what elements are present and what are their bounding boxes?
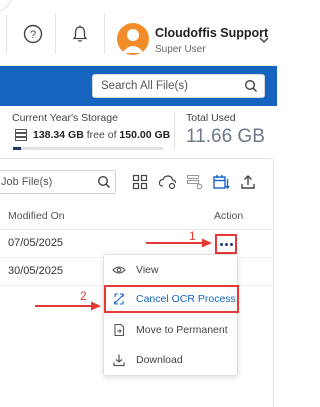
cloud-settings-icon[interactable] xyxy=(158,172,178,192)
menu-item-label: Cancel OCR Process xyxy=(136,293,236,305)
modified-on-cell: 07/05/2025 xyxy=(8,237,64,249)
help-icon[interactable]: ? xyxy=(21,22,45,46)
menu-item-view[interactable]: View xyxy=(104,256,239,284)
table-header: Modified On Action xyxy=(0,204,273,230)
storage-usage-text: 138.34 GB free of 150.00 GB xyxy=(33,129,170,141)
avatar[interactable] xyxy=(117,23,149,55)
total-used-value: 11.66 GB xyxy=(186,126,265,147)
storage-progress-bar xyxy=(13,147,163,150)
column-modified-on[interactable]: Modified On xyxy=(8,210,65,222)
bell-icon[interactable] xyxy=(68,22,92,46)
top-header: ? Cloudoffis Support Super User xyxy=(0,0,277,66)
search-all-input[interactable]: Search All File(s) xyxy=(92,74,265,98)
calendar-sort-icon[interactable] xyxy=(211,172,231,192)
row-action-button[interactable] xyxy=(215,234,237,254)
upload-icon[interactable] xyxy=(238,172,258,192)
search-icon[interactable] xyxy=(244,79,258,98)
more-dots-icon xyxy=(219,242,233,246)
chevron-down-icon[interactable] xyxy=(258,32,270,50)
annotation-arrow-2 xyxy=(35,301,101,311)
cancel-ocr-icon xyxy=(112,292,126,306)
storage-capacity: 150.00 GB xyxy=(119,129,171,141)
database-icon xyxy=(14,128,28,147)
move-permanent-icon xyxy=(112,323,126,337)
grid-view-icon[interactable] xyxy=(130,172,150,192)
job-file-search-input[interactable]: Job File(s) xyxy=(0,170,116,194)
total-used-title: Total Used xyxy=(186,112,236,124)
menu-item-label: Move to Permanent xyxy=(136,324,228,336)
menu-item-download[interactable]: Download xyxy=(104,346,239,374)
header-divider xyxy=(104,14,105,54)
svg-text:?: ? xyxy=(30,29,36,41)
storage-progress-fill xyxy=(13,147,21,150)
column-action: Action xyxy=(214,210,244,222)
annotation-arrow-1 xyxy=(146,238,212,248)
app-page: ? Cloudoffis Support Super User Search A… xyxy=(0,0,277,407)
storage-free-text: free of xyxy=(86,129,117,141)
corner-decoration xyxy=(0,0,12,12)
menu-item-move-to-permanent[interactable]: Move to Permanent xyxy=(104,316,239,344)
download-icon xyxy=(112,353,126,367)
search-all-placeholder: Search All File(s) xyxy=(101,80,188,92)
header-divider xyxy=(55,14,56,54)
header-divider xyxy=(6,14,7,54)
menu-item-label: Download xyxy=(136,354,183,366)
eye-icon xyxy=(112,263,126,277)
row-action-menu: View Cancel OCR Process Move to Permanen… xyxy=(103,254,239,376)
user-name[interactable]: Cloudoffis Support xyxy=(155,26,268,40)
menu-item-label: View xyxy=(136,264,159,276)
document-settings-icon[interactable] xyxy=(185,172,205,192)
storage-used: 138.34 GB xyxy=(33,129,84,141)
search-icon[interactable] xyxy=(97,175,111,194)
stats-divider xyxy=(174,112,175,150)
menu-item-cancel-ocr[interactable]: Cancel OCR Process xyxy=(104,285,239,313)
modified-on-cell: 30/05/2025 xyxy=(8,265,64,277)
storage-title: Current Year's Storage xyxy=(12,112,118,124)
user-role: Super User xyxy=(155,44,206,55)
job-search-placeholder: Job File(s) xyxy=(1,176,53,188)
